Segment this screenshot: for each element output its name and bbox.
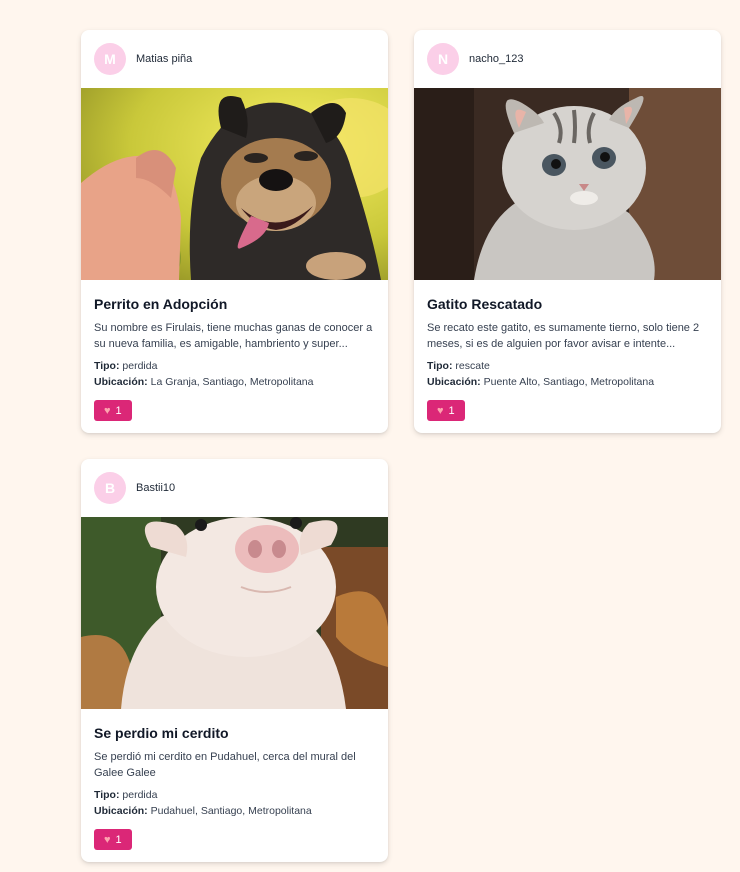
post-type: Tipo: perdida bbox=[94, 787, 375, 803]
location-label: Ubicación: bbox=[94, 376, 148, 388]
username[interactable]: nacho_123 bbox=[469, 53, 523, 65]
post-location: Ubicación: La Granja, Santiago, Metropol… bbox=[94, 374, 375, 390]
type-label: Tipo: bbox=[427, 360, 453, 372]
like-count: 1 bbox=[115, 833, 122, 846]
post-header: M Matias piña bbox=[81, 30, 388, 88]
avatar: N bbox=[427, 43, 459, 75]
location-value: Puente Alto, Santiago, Metropolitana bbox=[483, 376, 655, 388]
like-count: 1 bbox=[448, 404, 455, 417]
post-header: B Bastii10 bbox=[81, 459, 388, 517]
post-title: Gatito Rescatado bbox=[427, 296, 543, 312]
like-button[interactable]: ♥ 1 bbox=[94, 400, 132, 421]
dog-photo[interactable] bbox=[81, 88, 388, 280]
post-title: Se perdio mi cerdito bbox=[94, 725, 229, 741]
type-label: Tipo: bbox=[94, 789, 120, 801]
post-type: Tipo: perdida bbox=[94, 358, 375, 374]
heart-icon: ♥ bbox=[437, 404, 444, 417]
post-description: Su nombre es Firulais, tiene muchas gana… bbox=[94, 322, 373, 350]
post-location: Ubicación: Pudahuel, Santiago, Metropoli… bbox=[94, 803, 375, 819]
post-card[interactable]: M Matias piña Perrito en Adopción Su nom… bbox=[81, 30, 388, 433]
post-type: Tipo: rescate bbox=[427, 358, 708, 374]
pig-photo[interactable] bbox=[81, 517, 388, 709]
type-value: rescate bbox=[455, 360, 490, 372]
location-label: Ubicación: bbox=[427, 376, 481, 388]
type-label: Tipo: bbox=[94, 360, 120, 372]
type-value: perdida bbox=[122, 789, 158, 801]
post-location: Ubicación: Puente Alto, Santiago, Metrop… bbox=[427, 374, 708, 390]
avatar: M bbox=[94, 43, 126, 75]
type-value: perdida bbox=[122, 360, 158, 372]
post-card[interactable]: N nacho_123 Gatito Rescatado Se recato e… bbox=[414, 30, 721, 433]
location-value: Pudahuel, Santiago, Metropolitana bbox=[150, 805, 312, 817]
heart-icon: ♥ bbox=[104, 404, 111, 417]
username[interactable]: Matias piña bbox=[136, 53, 192, 65]
like-count: 1 bbox=[115, 404, 122, 417]
post-header: N nacho_123 bbox=[414, 30, 721, 88]
post-description: Se recato este gatito, es sumamente tier… bbox=[427, 322, 700, 350]
avatar: B bbox=[94, 472, 126, 504]
location-value: La Granja, Santiago, Metropolitana bbox=[150, 376, 314, 388]
post-title: Perrito en Adopción bbox=[94, 296, 228, 312]
location-label: Ubicación: bbox=[94, 805, 148, 817]
kitten-photo[interactable] bbox=[414, 88, 721, 280]
username[interactable]: Bastii10 bbox=[136, 482, 175, 494]
like-button[interactable]: ♥ 1 bbox=[427, 400, 465, 421]
like-button[interactable]: ♥ 1 bbox=[94, 829, 132, 850]
post-card[interactable]: B Bastii10 Se perdio mi cerdito Se perdi… bbox=[81, 459, 388, 862]
heart-icon: ♥ bbox=[104, 833, 111, 846]
post-description: Se perdió mi cerdito en Pudahuel, cerca … bbox=[94, 751, 356, 779]
